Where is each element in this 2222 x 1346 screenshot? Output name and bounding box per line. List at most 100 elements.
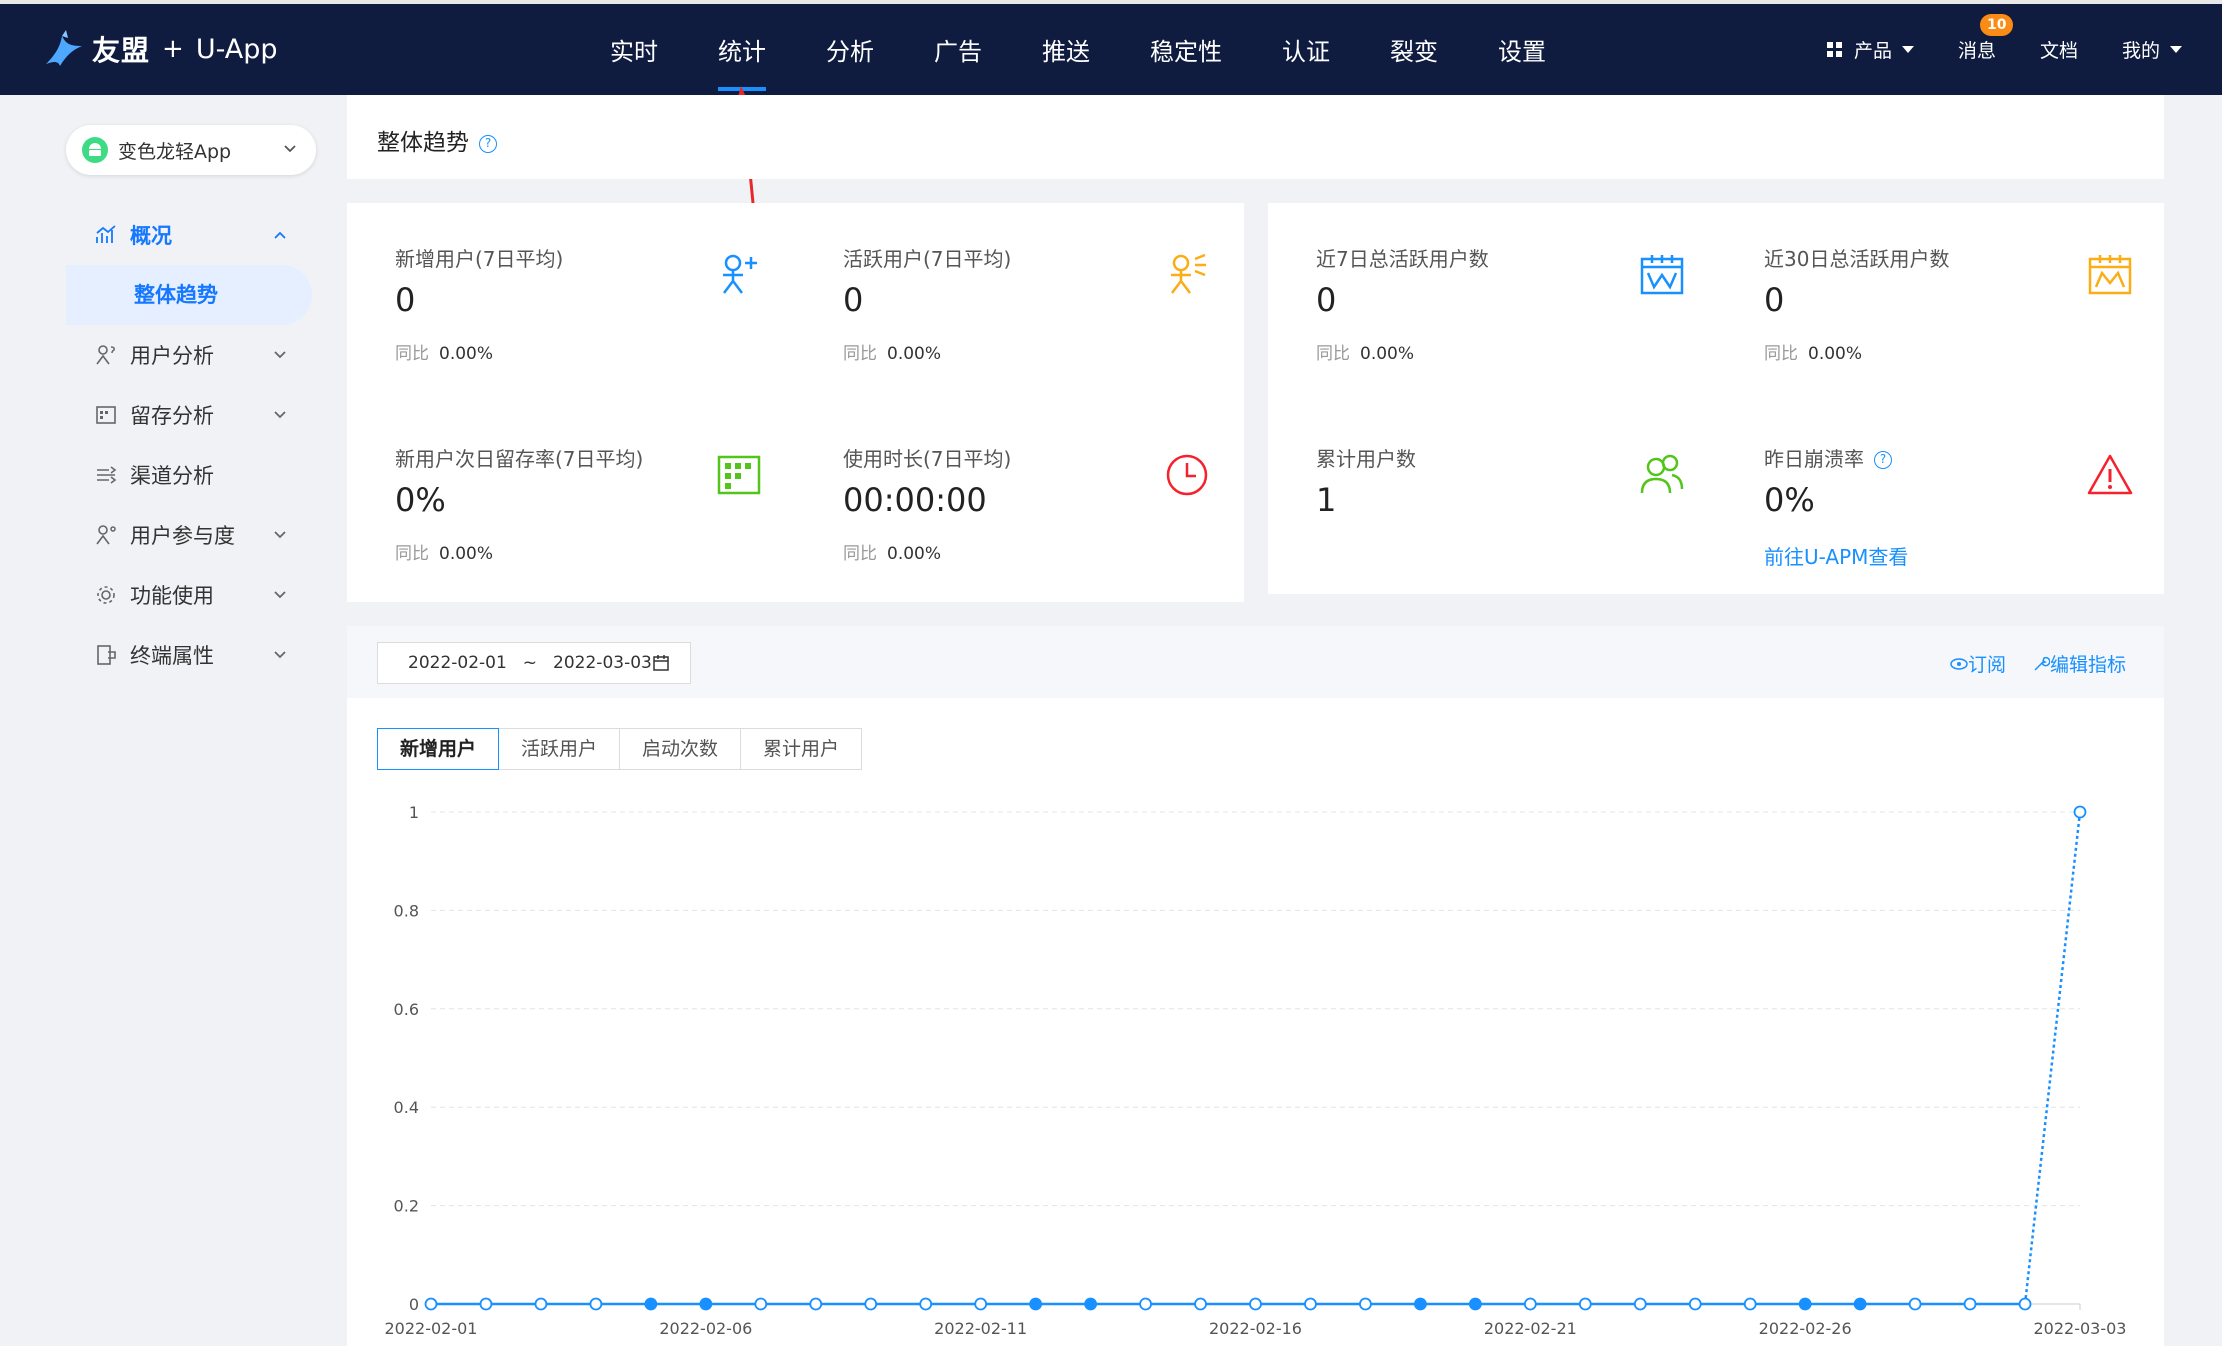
help-icon[interactable]: ? — [1874, 451, 1892, 469]
date-range-picker[interactable]: 2022-02-01 ~ 2022-03-03 — [377, 642, 691, 684]
data-point — [1578, 1297, 1592, 1311]
nav-auth[interactable]: 认证 — [1252, 4, 1360, 95]
y-tick-label: 0.6 — [394, 1000, 419, 1019]
header-right: 产品 消息 10 文档 我的 — [1782, 4, 2182, 95]
messages-link[interactable]: 消息 10 — [1958, 14, 2014, 63]
x-tick-label: 2022-02-26 — [1759, 1319, 1852, 1338]
metric-value: 0 — [395, 281, 416, 319]
data-point — [1523, 1297, 1537, 1311]
help-icon[interactable]: ? — [479, 135, 497, 153]
trend-tabs: 新增用户 活跃用户 启动次数 累计用户 — [377, 728, 863, 770]
metric-value: 0% — [395, 481, 446, 519]
data-point — [1468, 1297, 1482, 1311]
menu-feature-usage[interactable]: 功能使用 — [66, 565, 312, 625]
nav-push[interactable]: 推送 — [1012, 4, 1120, 95]
metric-value: 0 — [843, 281, 864, 319]
metric-30day-active: 近30日总活跃用户数 0 同比 0.00% — [1764, 243, 2144, 373]
data-point — [1304, 1297, 1317, 1311]
menu-overview[interactable]: 概况 — [66, 205, 312, 265]
umeng-logo[interactable]: 友盟 + U-App — [40, 26, 277, 72]
page-title: 整体趋势? — [377, 123, 497, 157]
data-point — [1908, 1297, 1922, 1311]
edit-metrics-button[interactable]: 编辑指标 — [2032, 650, 2126, 677]
subscribe-button[interactable]: 订阅 — [1950, 650, 2006, 677]
metric-label: 累计用户数 — [1316, 447, 1416, 471]
trend-tools: 订阅 编辑指标 — [1924, 650, 2126, 677]
menu-channel-analysis[interactable]: 渠道分析 — [66, 445, 312, 505]
products-menu[interactable]: 产品 — [1826, 36, 1914, 63]
metric-label: 近30日总活跃用户数 — [1764, 247, 1950, 271]
tab-active-users[interactable]: 活跃用户 — [499, 728, 621, 770]
page-title-panel: 整体趋势? — [347, 95, 2164, 179]
app-selector[interactable]: 变色龙轻App — [66, 125, 316, 175]
y-tick-label: 0.8 — [394, 901, 419, 920]
metric-next-day-retention: 新用户次日留存率(7日平均) 0% 同比 0.00% — [395, 443, 775, 573]
message-count-badge: 10 — [1979, 14, 2014, 36]
caret-down-icon — [2170, 46, 2182, 53]
date-start: 2022-02-01 — [408, 653, 507, 673]
nav-realtime[interactable]: 实时 — [580, 4, 688, 95]
docs-label: 文档 — [2039, 40, 2078, 62]
x-tick-label: 2022-02-16 — [1209, 1319, 1302, 1338]
calendar-week-icon — [1640, 255, 1684, 295]
metric-label: 新增用户(7日平均) — [395, 247, 564, 271]
metric-value: 1 — [1316, 481, 1337, 519]
tab-total-users[interactable]: 累计用户 — [741, 728, 863, 770]
metric-compare: 同比 0.00% — [1316, 344, 1415, 364]
data-point — [2018, 1297, 2032, 1311]
nav-analysis[interactable]: 分析 — [796, 4, 904, 95]
y-tick-label: 1 — [409, 803, 419, 822]
nav-ads[interactable]: 广告 — [904, 4, 1012, 95]
user-add-icon — [723, 254, 757, 294]
x-tick-label: 2022-03-03 — [2034, 1319, 2127, 1338]
menu-user-analysis-label: 用户分析 — [130, 344, 214, 368]
tab-launches[interactable]: 启动次数 — [620, 728, 742, 770]
product-name: U-App — [195, 33, 278, 65]
data-point — [699, 1297, 713, 1311]
menu-device-attributes[interactable]: 终端属性 — [66, 625, 312, 685]
data-point — [1249, 1297, 1262, 1311]
tab-new-users[interactable]: 新增用户 — [377, 728, 500, 770]
chevron-down-icon — [274, 651, 286, 659]
nav-fission[interactable]: 裂变 — [1360, 4, 1468, 95]
bird-logo-icon — [46, 30, 82, 66]
metric-compare: 同比 0.00% — [395, 544, 494, 564]
menu-retention-analysis[interactable]: 留存分析 — [66, 385, 312, 445]
date-end: 2022-03-03 — [553, 653, 652, 673]
submenu-overall-trend[interactable]: 整体趋势 — [66, 265, 312, 325]
trend-toolbar: 2022-02-01 ~ 2022-03-03 订阅 编辑指标 — [347, 626, 2164, 698]
metric-crash-rate: 昨日崩溃率? 0% 前往U-APM查看 — [1764, 443, 2144, 573]
mine-menu[interactable]: 我的 — [2122, 36, 2182, 63]
warning-icon — [2087, 454, 2133, 495]
data-point — [1194, 1297, 1207, 1311]
metric-active-users: 活跃用户(7日平均) 0 同比 0.00% — [843, 243, 1223, 373]
data-point — [1633, 1297, 1647, 1311]
calendar-icon — [653, 655, 669, 671]
brand-plus: + — [162, 34, 184, 64]
metric-total-users: 累计用户数 1 — [1316, 443, 1696, 573]
menu-retention-analysis-label: 留存分析 — [130, 404, 214, 428]
clock-icon — [1166, 454, 1208, 496]
channel-icon — [97, 466, 117, 484]
data-point — [1359, 1297, 1372, 1311]
x-tick-label: 2022-02-01 — [385, 1319, 478, 1338]
y-tick-label: 0.2 — [394, 1197, 419, 1216]
apm-link[interactable]: 前往U-APM查看 — [1764, 541, 1908, 570]
metric-label: 近7日总活跃用户数 — [1316, 247, 1489, 271]
menu-user-analysis[interactable]: 用户分析 — [66, 325, 312, 385]
docs-link[interactable]: 文档 — [2040, 36, 2078, 63]
user-question-icon — [96, 345, 115, 365]
data-point — [1029, 1297, 1043, 1311]
data-point — [1084, 1297, 1097, 1311]
nav-settings[interactable]: 设置 — [1468, 4, 1576, 95]
trend-panel: 2022-02-01 ~ 2022-03-03 订阅 编辑指标 新增用户 活跃用… — [347, 626, 2164, 1346]
menu-feature-usage-label: 功能使用 — [130, 584, 214, 608]
nav-stability[interactable]: 稳定性 — [1120, 4, 1252, 95]
user-active-icon — [1171, 253, 1206, 294]
metric-value: 00:00:00 — [843, 481, 987, 519]
metrics-panel-right: 近7日总活跃用户数 0 同比 0.00% 近30日总活跃用户数 0 同比 0.00%… — [1268, 203, 2164, 594]
top-navigation-bar: 友盟 + U-App 实时 统计 分析 广告 推送 稳定性 认证 裂变 设置 产… — [0, 0, 2222, 95]
menu-user-engagement[interactable]: 用户参与度 — [66, 505, 312, 565]
users-group-icon — [1640, 454, 1684, 494]
data-point — [974, 1297, 988, 1311]
